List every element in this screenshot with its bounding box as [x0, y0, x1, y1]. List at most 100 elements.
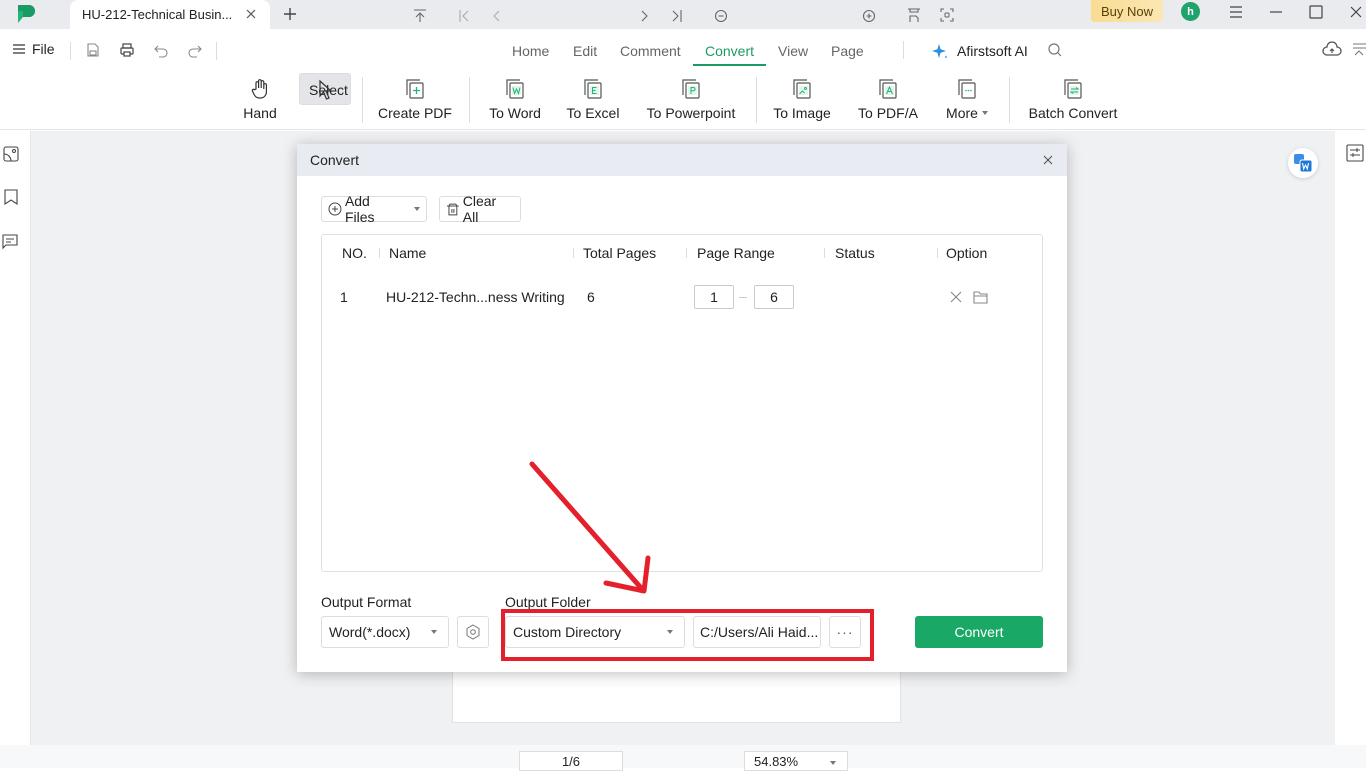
format-settings-button[interactable] [457, 616, 489, 648]
translate-button[interactable] [1288, 148, 1318, 178]
next-page-icon[interactable] [638, 8, 652, 22]
document-tab-title: HU-212-Technical Busin... [82, 7, 233, 22]
to-excel-icon [584, 79, 602, 99]
hand-tool-button[interactable]: Hand [238, 73, 282, 127]
more-icon [958, 79, 976, 99]
zoom-level-select[interactable]: 54.83% [744, 751, 848, 771]
more-text: More [946, 105, 978, 121]
to-pdfa-button[interactable]: To PDF/A [855, 73, 921, 127]
tab-home[interactable]: Home [512, 43, 549, 59]
column-divider [686, 248, 687, 258]
close-tab-icon[interactable] [244, 7, 258, 21]
to-excel-button[interactable]: To Excel [564, 73, 622, 127]
to-excel-label: To Excel [566, 105, 620, 121]
first-page-icon[interactable] [457, 8, 471, 22]
tab-convert[interactable]: Convert [705, 43, 754, 59]
tab-page[interactable]: Page [831, 43, 864, 59]
maximize-icon[interactable] [1307, 3, 1325, 21]
redo-icon[interactable] [187, 42, 203, 58]
cursor-icon [319, 79, 333, 100]
close-window-icon[interactable] [1347, 3, 1365, 21]
batch-convert-icon [1064, 79, 1082, 99]
convert-button[interactable]: Convert [915, 616, 1043, 648]
create-pdf-button[interactable]: Create PDF [376, 73, 454, 127]
convert-dialog: Convert Add Files Clear All NO. Name Tot… [297, 144, 1067, 672]
left-sidebar [0, 131, 31, 745]
right-sidebar [1335, 131, 1366, 745]
fullscreen-icon[interactable] [940, 8, 954, 22]
hand-icon [251, 79, 267, 99]
annotation-arrow-icon [529, 461, 651, 594]
to-image-label: To Image [773, 105, 831, 121]
row-number: 1 [340, 289, 348, 305]
to-pdfa-label: To PDF/A [858, 105, 918, 121]
divider [1009, 77, 1010, 123]
previous-page-icon[interactable] [489, 8, 503, 22]
bookmark-icon[interactable] [2, 188, 20, 206]
search-icon[interactable] [1047, 42, 1063, 58]
document-tab[interactable]: HU-212-Technical Busin... [70, 0, 270, 29]
avatar[interactable]: h [1181, 2, 1200, 21]
to-image-button[interactable]: To Image [770, 73, 834, 127]
divider [216, 42, 217, 60]
add-files-button[interactable]: Add Files [321, 193, 427, 225]
last-page-icon[interactable] [670, 8, 684, 22]
comment-icon[interactable] [1, 232, 19, 250]
hamburger-menu-icon[interactable] [1227, 3, 1245, 21]
page-range-to-input[interactable]: 6 [754, 285, 794, 309]
column-header-name: Name [389, 245, 427, 261]
buy-now-button[interactable]: Buy Now [1091, 0, 1163, 22]
save-icon[interactable] [85, 42, 101, 58]
to-powerpoint-label: To Powerpoint [646, 105, 736, 121]
zoom-in-icon[interactable] [862, 8, 876, 22]
column-divider [937, 248, 938, 258]
create-pdf-label: Create PDF [378, 105, 452, 121]
page-number-input[interactable]: 1/6 [519, 751, 623, 771]
to-pdfa-icon [879, 79, 897, 99]
tab-comment[interactable]: Comment [620, 43, 681, 59]
dialog-title: Convert [310, 152, 360, 168]
output-format-select[interactable]: Word(*.docx) [321, 616, 449, 648]
to-word-button[interactable]: To Word [484, 73, 546, 127]
close-dialog-icon[interactable] [1041, 153, 1055, 167]
divider [469, 77, 470, 123]
print-icon[interactable] [119, 42, 135, 58]
chevron-down-icon [431, 630, 437, 634]
file-label: File [32, 41, 55, 57]
page-range-from-input[interactable]: 1 [694, 285, 734, 309]
scroll-to-top-icon[interactable] [413, 8, 427, 22]
divider [362, 77, 363, 123]
tab-view[interactable]: View [778, 43, 808, 59]
column-header-status: Status [835, 245, 875, 261]
total-pages: 6 [587, 289, 595, 305]
ai-assistant-button[interactable]: Afirstsoft AI [931, 42, 1028, 60]
to-powerpoint-button[interactable]: To Powerpoint [642, 73, 740, 127]
chevron-down-icon [414, 207, 420, 211]
open-folder-icon[interactable] [973, 290, 988, 304]
translate-icon [1294, 154, 1313, 173]
minimize-icon[interactable] [1267, 3, 1285, 21]
tab-edit[interactable]: Edit [573, 43, 597, 59]
collapse-ribbon-icon[interactable] [1352, 41, 1366, 59]
thumbnail-icon[interactable] [2, 145, 20, 163]
remove-file-icon[interactable] [949, 290, 963, 304]
to-word-icon [506, 79, 524, 99]
column-header-page-range: Page Range [697, 245, 775, 261]
undo-icon[interactable] [153, 42, 169, 58]
select-tool-button[interactable]: Select [299, 73, 351, 105]
divider [70, 42, 71, 60]
fit-width-icon[interactable] [907, 8, 921, 22]
more-button[interactable]: More [940, 73, 994, 127]
file-menu-button[interactable]: File [12, 41, 55, 57]
trash-icon [446, 203, 459, 216]
clear-all-button[interactable]: Clear All [439, 193, 521, 225]
new-tab-icon[interactable] [281, 5, 299, 23]
cloud-upload-icon[interactable] [1322, 41, 1342, 59]
settings-icon [466, 624, 480, 640]
output-format-label: Output Format [321, 594, 412, 610]
zoom-level-value: 54.83% [754, 754, 799, 769]
zoom-out-icon[interactable] [714, 8, 728, 22]
properties-panel-icon[interactable] [1346, 144, 1364, 162]
batch-convert-button[interactable]: Batch Convert [1024, 73, 1122, 127]
create-pdf-icon [406, 79, 424, 99]
